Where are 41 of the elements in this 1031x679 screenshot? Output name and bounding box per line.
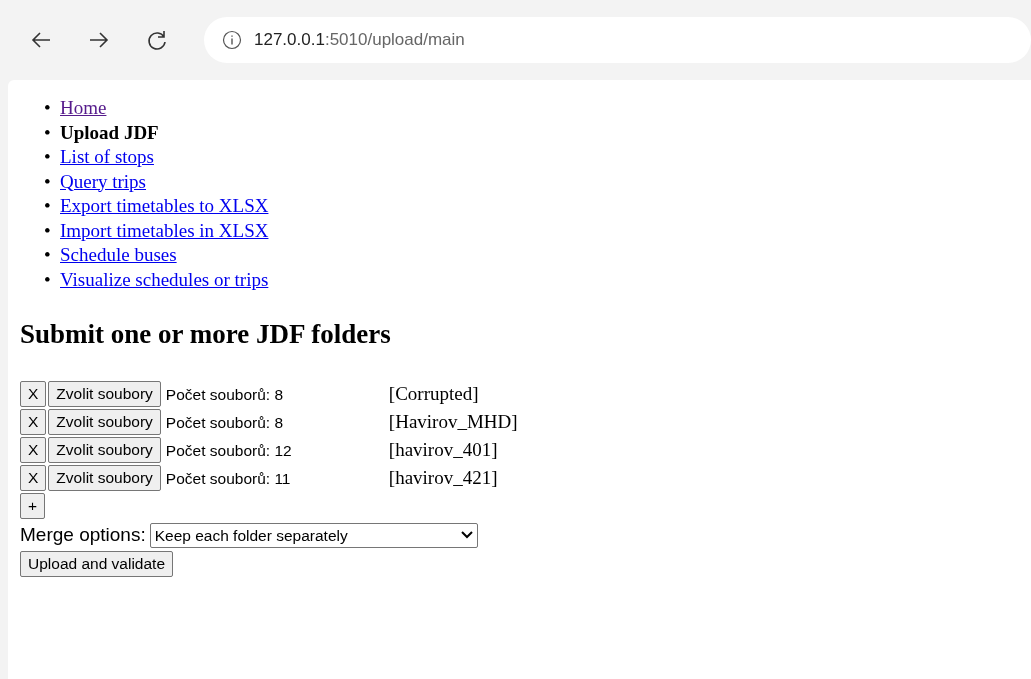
merge-select[interactable]: Keep each folder separately xyxy=(149,522,478,548)
page-heading: Submit one or more JDF folders xyxy=(20,318,392,351)
bullet: • xyxy=(44,218,52,243)
choose-files-button[interactable]: Zvolit soubory xyxy=(48,437,161,464)
reload-icon[interactable] xyxy=(146,29,168,51)
file-count: Počet souborů: 12 xyxy=(164,440,293,461)
remove-button[interactable]: X xyxy=(20,437,47,464)
add-button[interactable]: + xyxy=(20,493,46,520)
nav-link[interactable]: Home xyxy=(60,97,107,118)
folder-name: [havirov_421] xyxy=(388,466,498,491)
choose-files-button[interactable]: Zvolit soubory xyxy=(48,381,161,408)
file-count: Počet souborů: 8 xyxy=(164,412,285,433)
info-icon[interactable] xyxy=(222,30,242,50)
remove-button[interactable]: X xyxy=(20,465,47,492)
nav-link[interactable]: Export timetables to XLSX xyxy=(60,195,269,216)
folder-name: [Havirov_MHD] xyxy=(388,410,518,435)
nav-link[interactable]: Schedule buses xyxy=(60,244,177,265)
file-count: Počet souborů: 11 xyxy=(164,468,292,489)
upload-button[interactable]: Upload and validate xyxy=(20,551,174,578)
folder-name: [Corrupted] xyxy=(388,382,479,407)
current-page-label: Upload JDF xyxy=(60,121,159,143)
remove-button[interactable]: X xyxy=(20,409,47,436)
remove-button[interactable]: X xyxy=(20,381,47,408)
nav-link[interactable]: List of stops xyxy=(60,146,154,167)
bullet: • xyxy=(44,145,52,169)
bullet: • xyxy=(44,243,52,267)
nav-link[interactable]: Query trips xyxy=(60,170,146,192)
url-text: 127.0.0.1:5010/upload/main xyxy=(254,29,465,52)
bullet: • xyxy=(44,169,52,194)
bullet: • xyxy=(44,96,52,120)
bullet: • xyxy=(44,267,52,292)
bullet: • xyxy=(44,194,52,218)
nav-link[interactable]: Visualize schedules or trips xyxy=(60,268,269,290)
merge-label: Merge options: xyxy=(20,523,146,548)
choose-files-button[interactable]: Zvolit soubory xyxy=(48,465,161,492)
folder-name: [havirov_401] xyxy=(388,438,498,463)
nav-link[interactable]: Import timetables in XLSX xyxy=(60,219,269,241)
bullet: • xyxy=(44,120,52,145)
choose-files-button[interactable]: Zvolit soubory xyxy=(48,409,161,436)
address-bar[interactable]: 127.0.0.1:5010/upload/main xyxy=(204,17,1031,63)
file-count: Počet souborů: 8 xyxy=(164,384,285,405)
